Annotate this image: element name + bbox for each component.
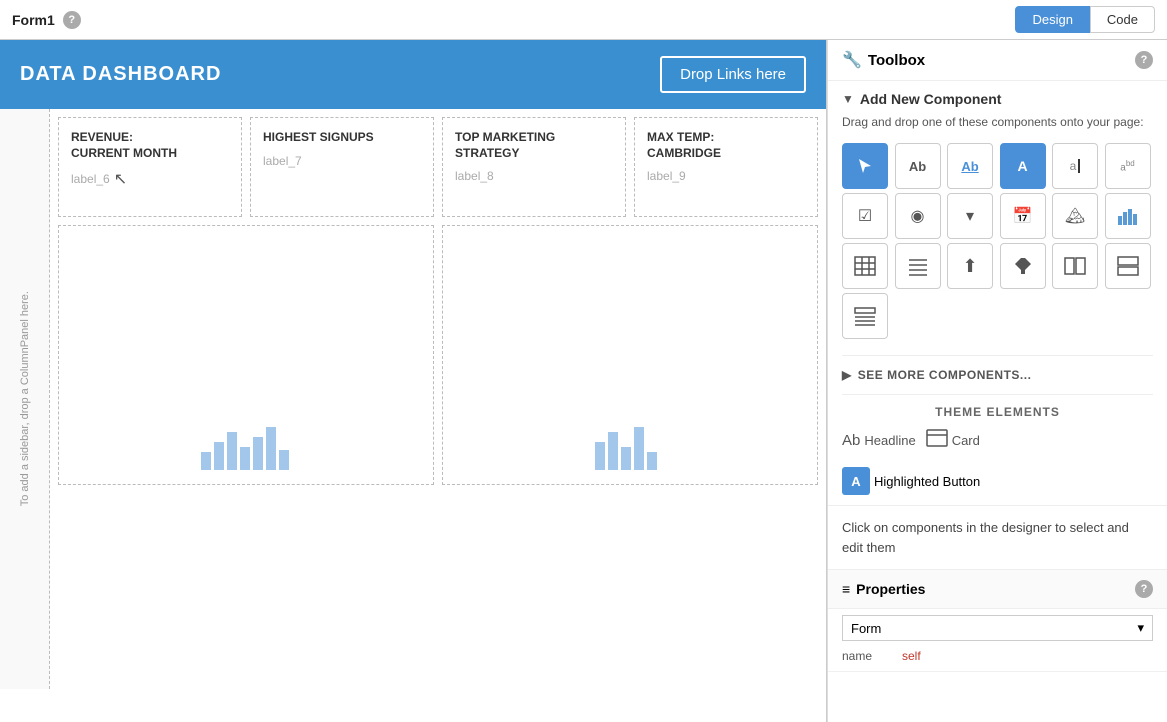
theme-item-card[interactable]: Card <box>926 429 980 451</box>
add-component-section-header: ▼ Add New Component <box>828 81 1167 111</box>
stat-card-label-3: label_9 <box>647 169 805 183</box>
dash-header: DATA DASHBOARD Drop Links here <box>0 40 826 109</box>
comp-image[interactable]: 🏔 <box>1052 193 1098 239</box>
comp-cursor[interactable] <box>842 143 888 189</box>
stat-card-2[interactable]: TOP MARKETINGSTRATEGY label_8 <box>442 117 626 217</box>
topbar-help-icon[interactable]: ? <box>63 11 81 29</box>
stat-card-3[interactable]: MAX TEMP:CAMBRIDGE label_9 <box>634 117 818 217</box>
highlighted-button-label: Highlighted Button <box>874 474 980 489</box>
stat-card-1[interactable]: HIGHEST SIGNUPS label_7 <box>250 117 434 217</box>
chart-panel-right[interactable] <box>442 225 818 485</box>
stat-cards-row: REVENUE:CURRENT MONTH label_6 ↖ HIGHEST … <box>58 117 818 217</box>
comp-dropdown[interactable]: ▾ <box>947 193 993 239</box>
form-dropdown-arrow: ▾ <box>1137 620 1144 636</box>
stat-card-0[interactable]: REVENUE:CURRENT MONTH label_6 ↖ <box>58 117 242 217</box>
comp-upload[interactable]: ⬆ <box>947 243 993 289</box>
comp-split-v[interactable] <box>1105 243 1151 289</box>
drop-links-button[interactable]: Drop Links here <box>660 56 806 93</box>
tab-code[interactable]: Code <box>1090 6 1155 33</box>
component-grid: Ab Ab A a abd ☑ ◉ ▾ 📅 🏔 <box>828 139 1167 349</box>
toolbox-panel: 🔧 Toolbox ? ▼ Add New Component Drag and… <box>827 40 1167 722</box>
comp-table-grid[interactable] <box>842 243 888 289</box>
comp-input-bd[interactable]: abd <box>1105 143 1151 189</box>
prop-name-value: self <box>902 649 921 663</box>
comp-calendar[interactable]: 📅 <box>1000 193 1046 239</box>
stat-card-title-0: REVENUE:CURRENT MONTH <box>71 130 229 161</box>
top-bar-left: Form1 ? <box>12 11 81 29</box>
form-select-box[interactable]: Form ▾ <box>842 615 1153 641</box>
comp-table-lines[interactable] <box>895 243 941 289</box>
toolbox-title: Toolbox <box>868 52 925 69</box>
sidebar-placeholder[interactable]: To add a sidebar, drop a ColumnPanel her… <box>0 109 50 689</box>
cards-area: REVENUE:CURRENT MONTH label_6 ↖ HIGHEST … <box>50 109 826 689</box>
toolbox-divider-1 <box>842 355 1153 356</box>
form-select-row: Form ▾ <box>828 609 1167 641</box>
comp-split-h[interactable] <box>1052 243 1098 289</box>
toolbox-header: 🔧 Toolbox ? <box>828 40 1167 81</box>
comp-button-highlight[interactable]: A <box>1000 143 1046 189</box>
properties-header-left: ≡ Properties <box>842 581 925 597</box>
chart-svg-left <box>196 412 296 472</box>
card-icon <box>926 429 948 451</box>
stat-card-label-0: label_6 <box>71 172 110 186</box>
comp-list[interactable] <box>842 293 888 339</box>
tab-group: Design Code <box>1015 6 1155 33</box>
add-component-title: Add New Component <box>860 91 1002 107</box>
comp-label-plain[interactable]: Ab <box>895 143 941 189</box>
info-text: Click on components in the designer to s… <box>828 505 1167 569</box>
toolbox-help-icon[interactable]: ? <box>1135 51 1153 69</box>
stat-card-label-1: label_7 <box>263 154 421 168</box>
stat-card-title-2: TOP MARKETINGSTRATEGY <box>455 130 613 161</box>
see-more-components[interactable]: ▶ SEE MORE COMPONENTS... <box>828 362 1167 388</box>
highlighted-button-icon: A <box>842 467 870 495</box>
toolbox-header-left: 🔧 Toolbox <box>842 50 925 70</box>
top-bar: Form1 ? Design Code <box>0 0 1167 40</box>
theme-items: Ab Headline Card <box>828 423 1167 461</box>
form-section-label: Form <box>851 621 881 636</box>
properties-title: Properties <box>856 581 925 597</box>
sliders-icon: ≡ <box>842 581 850 597</box>
comp-text-align[interactable] <box>1000 243 1046 289</box>
collapse-triangle-icon[interactable]: ▼ <box>842 92 854 106</box>
section-desc: Drag and drop one of these components on… <box>828 111 1167 139</box>
properties-section: ≡ Properties ? Form ▾ name self <box>828 569 1167 672</box>
designer-area[interactable]: DATA DASHBOARD Drop Links here To add a … <box>0 40 827 722</box>
properties-header: ≡ Properties ? <box>828 570 1167 609</box>
sidebar-placeholder-text: To add a sidebar, drop a ColumnPanel her… <box>11 283 39 514</box>
chart-row <box>58 225 818 485</box>
stat-card-title-1: HIGHEST SIGNUPS <box>263 130 421 146</box>
chart-panel-left[interactable] <box>58 225 434 485</box>
comp-input-text[interactable]: a <box>1052 143 1098 189</box>
see-more-triangle: ▶ <box>842 368 852 382</box>
form-title: Form1 <box>12 12 55 28</box>
wrench-icon: 🔧 <box>842 50 862 70</box>
properties-help-icon[interactable]: ? <box>1135 580 1153 598</box>
highlighted-button-icon-letter: A <box>851 474 860 489</box>
theme-section-title: THEME ELEMENTS <box>828 401 1167 423</box>
stat-card-label-2: label_8 <box>455 169 613 183</box>
headline-icon: Ab <box>842 432 860 449</box>
toolbox-divider-2 <box>842 394 1153 395</box>
prop-row-name: name self <box>828 641 1167 672</box>
theme-item-highlighted-button[interactable]: A Highlighted Button <box>828 467 1167 505</box>
comp-checkbox[interactable]: ☑ <box>842 193 888 239</box>
dash-title: DATA DASHBOARD <box>20 63 221 86</box>
designer-body: To add a sidebar, drop a ColumnPanel her… <box>0 109 826 689</box>
comp-chart-bar[interactable] <box>1105 193 1151 239</box>
comp-radio[interactable]: ◉ <box>895 193 941 239</box>
cursor-indicator: ↖ <box>114 169 127 189</box>
chart-svg-right <box>590 412 670 472</box>
comp-label-underline[interactable]: Ab <box>947 143 993 189</box>
theme-item-headline[interactable]: Ab Headline <box>842 432 916 449</box>
theme-item-card-label: Card <box>952 433 980 448</box>
stat-card-title-3: MAX TEMP:CAMBRIDGE <box>647 130 805 161</box>
main-layout: DATA DASHBOARD Drop Links here To add a … <box>0 40 1167 722</box>
designer-content: DATA DASHBOARD Drop Links here To add a … <box>0 40 826 722</box>
prop-name-label: name <box>842 649 902 663</box>
tab-design[interactable]: Design <box>1015 6 1089 33</box>
theme-item-headline-label: Headline <box>864 433 915 448</box>
see-more-label: SEE MORE COMPONENTS... <box>858 368 1032 382</box>
